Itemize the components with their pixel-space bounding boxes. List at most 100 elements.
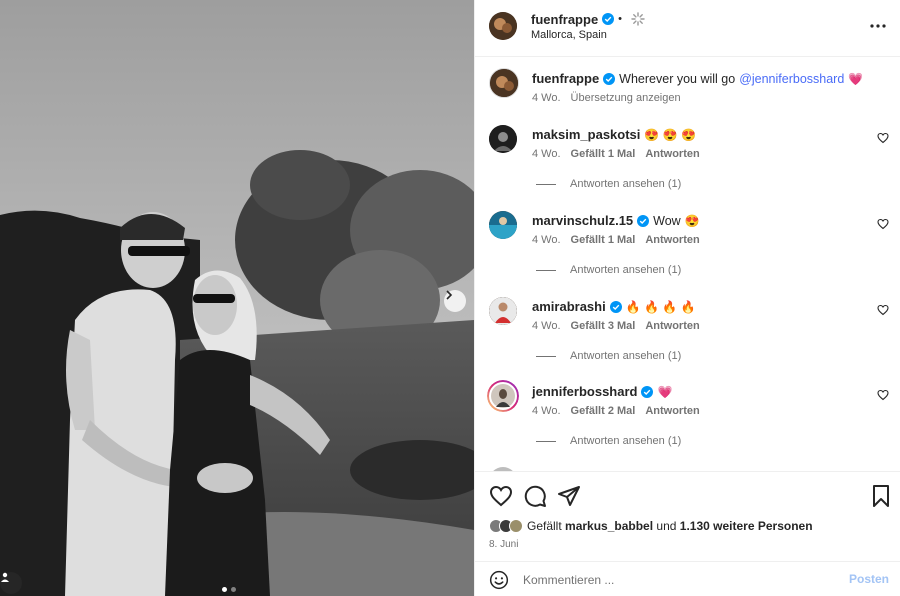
view-replies-label: Antworten ansehen (1) [570,178,682,190]
view-replies-label: Antworten ansehen (1) [570,350,682,362]
comment-emoji: 💗 [657,384,673,399]
verified-badge-icon [641,385,654,398]
avatar[interactable] [487,380,519,412]
likes-prefix: Gefällt [527,519,562,533]
chevron-right-icon [446,290,453,300]
comment-text-row: amirabrashi 🔥 🔥 🔥 🔥 [532,299,695,314]
liker-avatar [509,519,523,533]
comment-likes-link[interactable]: Gefällt 1 Mal [571,148,636,160]
view-replies-button[interactable]: Antworten ansehen (1) [536,350,681,362]
author-username[interactable]: fuenfrappe [531,12,598,27]
replies-divider [536,183,556,185]
likes-others-link[interactable]: 1.130 weitere Personen [680,519,813,533]
post-photo[interactable] [0,0,474,596]
comment-input[interactable] [523,570,823,590]
heart-icon[interactable] [489,484,513,508]
reply-button[interactable]: Antworten [645,320,699,332]
likes-and: und [656,519,677,533]
comment-meta: 4 Wo. Gefällt 3 Mal Antworten [532,320,700,332]
comment-text-row: jenniferbosshard 💗 [532,384,672,399]
comments-list[interactable]: fuenfrappe Wherever you will go @jennife… [475,57,900,471]
caption-text: Wherever you will go [619,71,736,86]
comment-meta: 4 Wo. Gefällt 1 Mal Antworten [532,148,700,160]
heart-icon[interactable] [877,132,889,144]
post-date[interactable]: 8. Juni [489,539,518,550]
comment-emoji: 😍 [684,213,700,228]
comment-text-row: maksim_paskotsi 😍 😍 😍 [532,127,696,142]
comment-age: 4 Wo. [532,148,561,160]
view-replies-button[interactable]: Antworten ansehen (1) [536,435,681,447]
post-location[interactable]: Mallorca, Spain [531,29,607,41]
post-comment-button[interactable]: Posten [849,572,889,586]
replies-divider [536,269,556,271]
separator-dot: • [618,13,623,25]
comment-emoji: 😍 😍 😍 [644,127,696,142]
verified-badge-icon [637,214,650,227]
caption-text-row: fuenfrappe Wherever you will go @jennife… [532,71,863,86]
verified-badge-icon [603,72,616,85]
comment-text-row: marvinschulz.15 Wow 😍 [532,213,700,228]
next-slide-button[interactable] [444,290,466,312]
comment-meta: 4 Wo. Gefällt 1 Mal Antworten [532,234,700,246]
avatar[interactable] [489,12,517,40]
post-actions: Gefällt markus_babbel und 1.130 weitere … [475,471,900,561]
translate-link[interactable]: Übersetzung anzeigen [571,92,681,104]
loading-spinner-icon [631,12,645,26]
post-header: fuenfrappe • Mallorca, Spain [475,0,900,57]
comment-age: 4 Wo. [532,320,561,332]
verified-badge-icon [609,300,622,313]
replies-divider [536,440,556,442]
view-replies-label: Antworten ansehen (1) [570,435,682,447]
photo-image [0,0,474,596]
more-options-button[interactable] [869,17,887,35]
avatar[interactable] [489,68,519,98]
verified-badge-icon [602,13,615,25]
emoji-icon[interactable] [489,570,509,590]
more-horizontal-icon [870,24,886,28]
user-icon [1,572,9,582]
avatar[interactable] [489,125,517,153]
view-replies-button[interactable]: Antworten ansehen (1) [536,178,681,190]
comment-likes-link[interactable]: Gefällt 2 Mal [571,405,636,417]
likes-user-link[interactable]: markus_babbel [565,519,653,533]
comment-likes-link[interactable]: Gefällt 3 Mal [571,320,636,332]
reply-button[interactable]: Antworten [645,148,699,160]
carousel-dot [231,587,236,592]
avatar[interactable] [489,297,517,325]
reply-button[interactable]: Antworten [645,405,699,417]
comment-icon[interactable] [523,484,547,508]
caption-username[interactable]: fuenfrappe [532,71,599,86]
caption-mention-link[interactable]: @jenniferbosshard [739,72,844,86]
view-replies-label: Antworten ansehen (1) [570,264,682,276]
heart-icon[interactable] [877,304,889,316]
comment-meta: 4 Wo. Gefällt 2 Mal Antworten [532,405,700,417]
likes-text: Gefällt markus_babbel und 1.130 weitere … [527,519,813,533]
comment-username[interactable]: marvinschulz.15 [532,213,633,228]
view-replies-button[interactable]: Antworten ansehen (1) [536,264,681,276]
comment-age: 4 Wo. [532,405,561,417]
bookmark-icon[interactable] [869,484,893,508]
reply-button[interactable]: Antworten [645,234,699,246]
likes-summary[interactable]: Gefällt markus_babbel und 1.130 weitere … [489,519,813,533]
comment-username[interactable]: amirabrashi [532,299,606,314]
comment-username[interactable]: jenniferbosshard [532,384,637,399]
tagged-users-button[interactable] [0,572,22,594]
post-detail-panel: fuenfrappe • Mallorca, Spain fuenfrappe … [474,0,900,596]
caption-meta: 4 Wo. Übersetzung anzeigen [532,92,681,104]
comment-text: Wow [653,213,681,228]
carousel-dot [222,587,227,592]
comment-composer: Posten [475,561,900,596]
comment-emoji: 🔥 🔥 🔥 🔥 [625,299,696,314]
share-icon[interactable] [557,484,581,508]
comment-age: 4 Wo. [532,234,561,246]
post-author: fuenfrappe • [531,11,646,27]
caption-emoji: 💗 [848,71,864,86]
comment-likes-link[interactable]: Gefällt 1 Mal [571,234,636,246]
comment-username[interactable]: maksim_paskotsi [532,127,640,142]
avatar[interactable] [489,211,517,239]
heart-icon[interactable] [877,218,889,230]
heart-icon[interactable] [877,389,889,401]
replies-divider [536,355,556,357]
caption-age: 4 Wo. [532,92,561,104]
carousel-indicator [222,587,236,592]
